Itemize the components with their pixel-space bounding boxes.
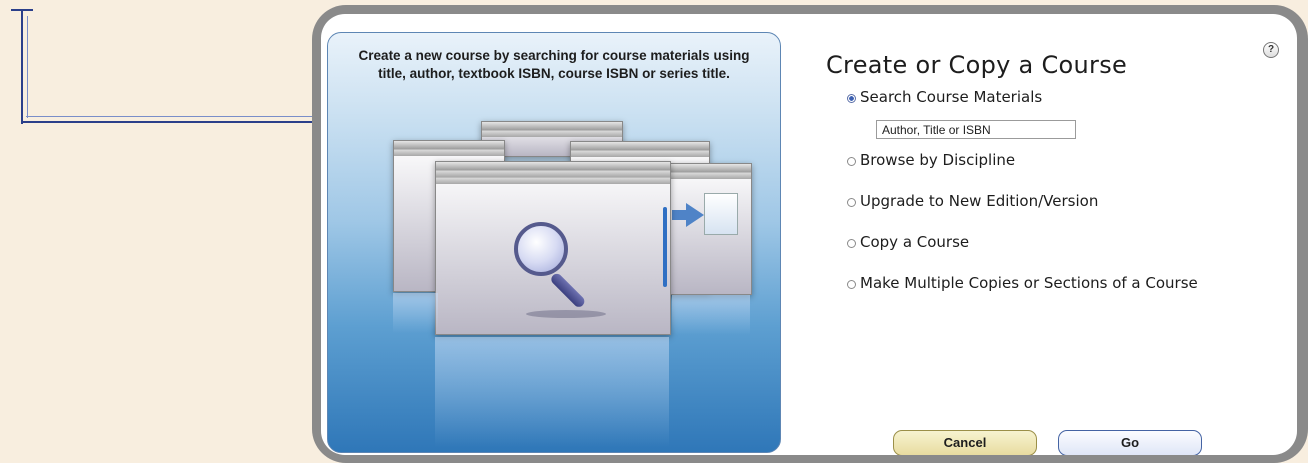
- option-label: Upgrade to New Edition/Version: [860, 192, 1099, 210]
- screenshot-reflection-main: [435, 337, 669, 447]
- magnifier-handle: [549, 271, 587, 310]
- radio-icon[interactable]: [847, 280, 856, 289]
- option-label: Make Multiple Copies or Sections of a Co…: [860, 274, 1198, 292]
- arrow-icon: [686, 203, 704, 227]
- dialog-title: Create or Copy a Course: [826, 51, 1128, 79]
- screenshot-reflection-left: [393, 293, 438, 333]
- option-label: Copy a Course: [860, 233, 970, 251]
- create-course-dialog: Create a new course by searching for cou…: [321, 14, 1297, 455]
- option-multiple-copies[interactable]: Make Multiple Copies or Sections of a Co…: [847, 274, 1198, 292]
- magnifier-shadow: [526, 310, 606, 318]
- screenshot-reflection-right: [672, 295, 750, 335]
- option-copy-course[interactable]: Copy a Course: [847, 233, 969, 251]
- illustration-panel: Create a new course by searching for cou…: [327, 32, 781, 453]
- radio-icon[interactable]: [847, 239, 856, 248]
- option-upgrade-edition[interactable]: Upgrade to New Edition/Version: [847, 192, 1098, 210]
- cancel-button[interactable]: Cancel: [893, 430, 1037, 455]
- radio-selected-icon[interactable]: [847, 94, 856, 103]
- help-icon[interactable]: ?: [1263, 42, 1279, 58]
- screenshot-thumbnail-main: [435, 161, 671, 335]
- radio-icon[interactable]: [847, 157, 856, 166]
- option-search-course-materials[interactable]: Search Course Materials: [847, 88, 1042, 106]
- go-button[interactable]: Go: [1058, 430, 1202, 455]
- option-label: Search Course Materials: [860, 88, 1043, 106]
- option-browse-by-discipline[interactable]: Browse by Discipline: [847, 151, 1015, 169]
- illustration-caption: Create a new course by searching for cou…: [358, 48, 750, 81]
- callout-connector-vertical-inner: [27, 16, 28, 118]
- search-input[interactable]: [876, 120, 1076, 139]
- callout-connector-vertical: [21, 10, 23, 124]
- radio-icon[interactable]: [847, 198, 856, 207]
- dialog-frame: Create a new course by searching for cou…: [312, 5, 1308, 463]
- document-icon: [704, 193, 738, 235]
- option-label: Browse by Discipline: [860, 151, 1016, 169]
- magnifier-icon: [514, 222, 568, 276]
- screenshot-scrollbar: [663, 207, 667, 287]
